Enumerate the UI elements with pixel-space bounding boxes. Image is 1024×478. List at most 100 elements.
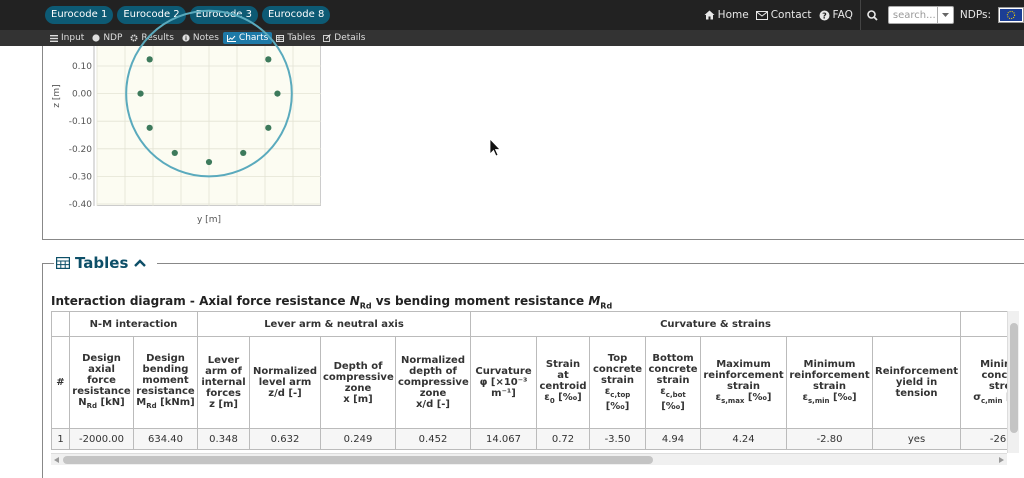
table-icon <box>56 257 70 269</box>
table-cell: 634.40 <box>133 428 198 450</box>
column-header-symbol: z/d [-] <box>252 388 318 399</box>
column-header-label: Maximum reinforcement strain <box>703 358 784 392</box>
column-header-label: Lever arm of internal forces <box>201 355 246 399</box>
column-header-symbol: x/d [-] <box>398 399 468 410</box>
table-body: 1 -2000.00 634.40 0.348 0.632 0.249 0.452 14.06… <box>51 428 1008 450</box>
column-header-label: Curvature <box>475 366 532 377</box>
table-vertical-scrollbar[interactable] <box>1007 311 1019 453</box>
y-axis-label: z [m] <box>52 84 62 107</box>
column-symbol: x/d <box>415 399 434 410</box>
column-unit: [‰] <box>744 391 772 403</box>
column-header[interactable]: Strain at centroid ε0 [‰] <box>536 336 590 429</box>
table-cell: 0.72 <box>536 428 590 450</box>
x-axis-label: y [m] <box>197 215 221 225</box>
reinforcement-bar-point <box>240 149 247 157</box>
reinforcement-bar-point <box>205 158 213 166</box>
y-tick-label: 0.10 <box>72 62 92 72</box>
column-unit: [kNm] <box>156 397 195 408</box>
table-cell: 0.249 <box>320 428 396 450</box>
column-header-symbol: εc,bot [‰] <box>648 386 698 412</box>
column-header[interactable]: Depth of compressive zone x [m] <box>320 336 396 429</box>
column-header[interactable]: Bottom concrete strain εc,bot [‰] <box>645 336 701 429</box>
column-unit: [-] <box>433 399 451 410</box>
reinforcement-bar-point <box>274 90 281 97</box>
chart-grid <box>93 46 321 206</box>
chart-yticks: 0.10 0.00 -0.10 -0.20 -0.30 -0.40 <box>69 62 93 210</box>
column-header[interactable]: Lever arm of internal forces z [m] <box>197 336 250 429</box>
reinforcement-bar-point <box>146 56 153 63</box>
table-cell: 14.067 <box>470 428 537 450</box>
column-header[interactable]: Design bending moment resistance MRd [kNm… <box>133 336 198 429</box>
column-header-label: Design bending moment resistance <box>136 353 195 397</box>
column-unit: [m] <box>214 399 238 410</box>
chevron-up-icon[interactable] <box>134 259 147 267</box>
y-tick-label: -0.20 <box>69 145 93 155</box>
column-header[interactable]: Minimum concrete stressσc,min [MPa] <box>960 336 1008 429</box>
table-horizontal-scrollbar[interactable] <box>51 453 1007 465</box>
column-header-label: Minimum reinforcement strain <box>789 358 870 392</box>
column-header-symbol: x [m] <box>323 394 393 405</box>
column-header[interactable]: Normalized level arm z/d [-] <box>249 336 321 429</box>
table-title-prefix: Interaction diagram - Axial force resist… <box>51 294 350 308</box>
column-header-symbol: φ [×10⁻³ m⁻¹] <box>473 377 534 399</box>
table-title-n: N <box>349 294 360 308</box>
reinforcement-bar-point <box>137 90 144 97</box>
y-tick-label: 0.00 <box>72 90 92 100</box>
column-header[interactable]: Minimum reinforcement strain εs,min [‰] <box>786 336 873 429</box>
column-header-label: Normalized depth of compressive zone <box>398 355 469 399</box>
column-symbol-subscript: s,max <box>721 396 745 405</box>
column-symbol: z/d <box>268 388 285 399</box>
y-tick-label: -0.30 <box>69 172 93 182</box>
column-symbol-subscript: s,min <box>808 396 830 405</box>
table-cell: -2000.00 <box>69 428 134 450</box>
column-header-symbol: NRd [kN] <box>72 397 131 412</box>
column-header[interactable]: Reinforcement yield in tension <box>871 336 962 429</box>
column-header[interactable]: Top concrete strain εc,top [‰] <box>589 336 646 429</box>
group-header-curvature: Curvature & strains <box>469 311 962 337</box>
table-title-m-sub: Rd <box>600 301 613 311</box>
column-unit: [×10⁻³ m⁻¹] <box>487 377 528 399</box>
column-header-label: Strain at centroid <box>539 358 587 392</box>
table-title-m: M <box>588 294 601 308</box>
reinforcement-bar-point <box>265 56 272 63</box>
reinforcement-bar-point <box>171 149 178 157</box>
reinforcement-bar-point <box>265 124 272 131</box>
column-symbol: σ <box>973 391 981 403</box>
table-cell: yes <box>871 428 962 450</box>
reinforcement-bar-point <box>146 124 153 131</box>
horizontal-scrollbar-thumb[interactable] <box>63 456 653 464</box>
column-symbol-subscript: Rd <box>86 402 98 410</box>
column-header[interactable]: # <box>51 336 70 429</box>
column-unit: [‰] <box>829 391 857 403</box>
tables-heading[interactable]: Tables <box>54 254 158 272</box>
vertical-scrollbar-thumb[interactable] <box>1010 323 1018 433</box>
table-cell: 1 <box>51 428 70 450</box>
scroll-left-icon[interactable] <box>54 457 59 463</box>
column-header[interactable]: Maximum reinforcement strain εs,max [‰] <box>700 336 787 429</box>
column-header-symbol: εs,min [‰] <box>789 392 870 407</box>
column-header-symbol: σc,min [MPa] <box>963 391 1008 407</box>
table-title-n-sub: Rd <box>359 301 372 311</box>
scroll-right-icon[interactable] <box>999 457 1004 463</box>
table-title: Interaction diagram - Axial force resist… <box>51 294 612 310</box>
column-header[interactable]: Normalized depth of compressive zone x/d … <box>395 336 471 429</box>
column-symbol-subscript: c,top <box>610 391 631 399</box>
tables-heading-label: Tables <box>75 254 129 272</box>
column-header-label: Normalized level arm <box>253 366 317 388</box>
column-header-symbol: MRd [kNm] <box>136 397 195 412</box>
column-header-symbol: εc,top [‰] <box>592 386 643 412</box>
column-header-symbol: z [m] <box>200 399 247 410</box>
column-symbol-subscript: Rd <box>146 402 157 410</box>
table-cell: 4.24 <box>700 428 787 450</box>
table-cell: -26.67 <box>960 428 1008 450</box>
table-cell: 4.94 <box>645 428 701 450</box>
column-unit: [m] <box>349 393 373 405</box>
group-header-stress <box>960 311 1008 337</box>
column-header[interactable]: Design axial force resistance NRd [kN] <box>69 336 134 429</box>
results-table: N-M interaction Lever arm & neutral axis… <box>51 311 1008 450</box>
y-tick-label: -0.10 <box>69 117 93 127</box>
column-header[interactable]: Curvature φ [×10⁻³ m⁻¹] <box>470 336 537 429</box>
results-table-scroll[interactable]: N-M interaction Lever arm & neutral axis… <box>51 311 1009 453</box>
table-cell: 0.348 <box>197 428 250 450</box>
table-cell: -3.50 <box>589 428 646 450</box>
